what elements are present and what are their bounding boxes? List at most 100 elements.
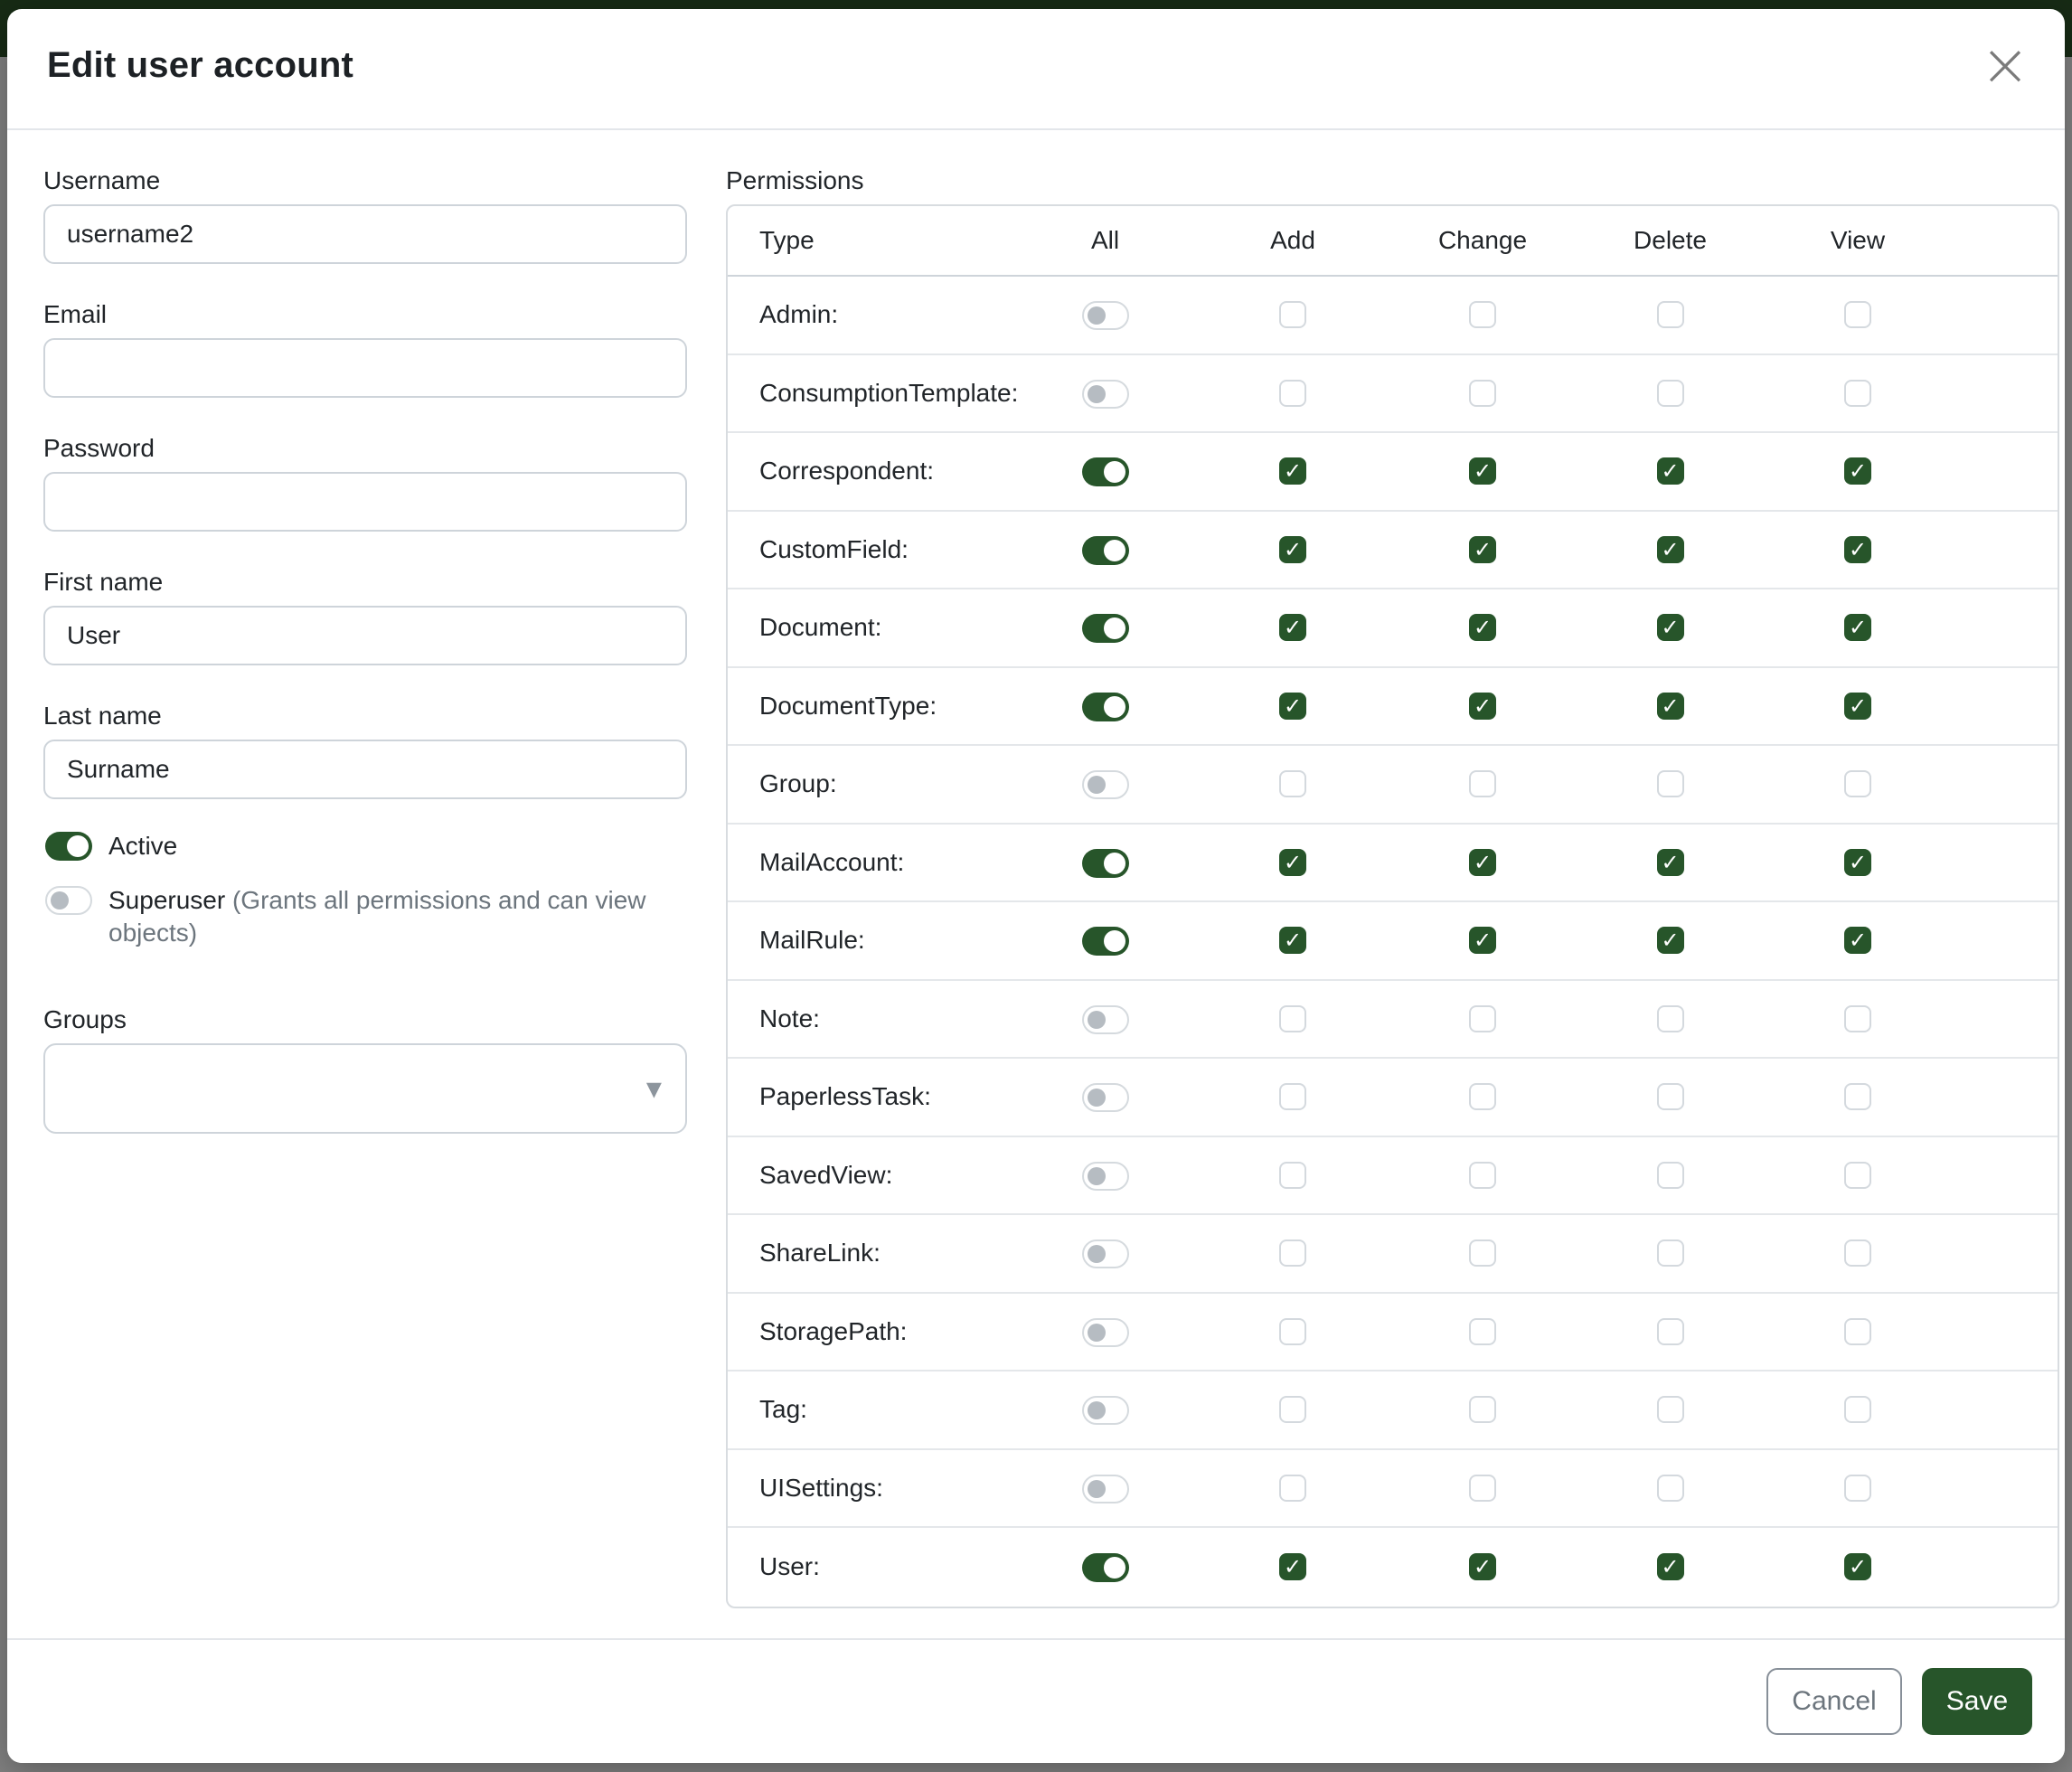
first-name-field[interactable] [43,606,687,665]
perm-toggle-all[interactable] [1082,1239,1129,1268]
perm-checkbox-add[interactable]: ✓ [1279,849,1306,876]
superuser-toggle[interactable] [45,886,92,915]
email-field[interactable] [43,338,687,398]
perm-checkbox-view[interactable]: ✓ [1844,927,1871,954]
perm-checkbox-view[interactable]: ✓ [1844,457,1871,485]
perm-toggle-all[interactable] [1082,1396,1129,1425]
perm-checkbox-change[interactable]: ✓ [1469,693,1496,720]
perm-checkbox-delete[interactable] [1657,1239,1684,1267]
perm-checkbox-view[interactable] [1844,301,1871,328]
perm-checkbox-view[interactable] [1844,1475,1871,1502]
perm-checkbox-change[interactable]: ✓ [1469,457,1496,485]
perm-checkbox-change[interactable] [1469,1162,1496,1189]
perm-checkbox-add[interactable] [1279,1005,1306,1032]
perm-checkbox-view[interactable] [1844,1239,1871,1267]
perm-checkbox-view[interactable]: ✓ [1844,1553,1871,1580]
perm-checkbox-delete[interactable]: ✓ [1657,614,1684,641]
perm-toggle-all[interactable] [1082,1318,1129,1347]
perm-toggle-all[interactable] [1082,770,1129,799]
perm-toggle-all[interactable] [1082,1162,1129,1191]
perm-checkbox-add[interactable] [1279,301,1306,328]
perm-checkbox-add[interactable] [1279,1239,1306,1267]
perm-checkbox-add[interactable] [1279,1318,1306,1345]
perm-checkbox-add[interactable] [1279,1083,1306,1110]
perm-checkbox-add[interactable]: ✓ [1279,614,1306,641]
perm-toggle-all[interactable] [1082,380,1129,409]
perm-checkbox-add[interactable]: ✓ [1279,457,1306,485]
perm-checkbox-change[interactable] [1469,1239,1496,1267]
perm-checkbox-add[interactable]: ✓ [1279,927,1306,954]
perm-checkbox-change[interactable] [1469,770,1496,797]
perm-checkbox-view[interactable] [1844,1396,1871,1423]
perm-checkbox-delete[interactable]: ✓ [1657,536,1684,563]
last-name-field[interactable] [43,740,687,799]
perm-checkbox-change[interactable] [1469,380,1496,407]
perm-checkbox-change[interactable] [1469,1396,1496,1423]
perm-toggle-all[interactable] [1082,1083,1129,1112]
perm-checkbox-view[interactable]: ✓ [1844,849,1871,876]
perm-checkbox-change[interactable] [1469,1318,1496,1345]
perm-toggle-all[interactable] [1082,457,1129,486]
perm-checkbox-add[interactable] [1279,770,1306,797]
perm-checkbox-delete[interactable] [1657,770,1684,797]
perm-checkbox-change[interactable]: ✓ [1469,849,1496,876]
username-input[interactable] [43,204,687,264]
perm-checkbox-view[interactable]: ✓ [1844,614,1871,641]
perm-checkbox-view[interactable]: ✓ [1844,693,1871,720]
cancel-button[interactable]: Cancel [1766,1668,1902,1735]
active-toggle[interactable] [45,832,92,861]
perm-checkbox-view[interactable] [1844,1162,1871,1189]
perm-checkbox-add[interactable]: ✓ [1279,693,1306,720]
perm-checkbox-add[interactable]: ✓ [1279,536,1306,563]
perm-toggle-all[interactable] [1082,693,1129,721]
perm-checkbox-change[interactable] [1469,1005,1496,1032]
perm-checkbox-change[interactable] [1469,1083,1496,1110]
groups-select[interactable]: ▾ [43,1043,687,1134]
perm-checkbox-change[interactable] [1469,1475,1496,1502]
perm-checkbox-view[interactable]: ✓ [1844,536,1871,563]
perm-checkbox-change[interactable]: ✓ [1469,927,1496,954]
save-button[interactable]: Save [1922,1668,2032,1735]
perm-checkbox-delete[interactable] [1657,1475,1684,1502]
perm-toggle-all[interactable] [1082,301,1129,330]
perm-checkbox-change[interactable]: ✓ [1469,614,1496,641]
perm-toggle-all[interactable] [1082,536,1129,565]
perm-checkbox-add[interactable] [1279,380,1306,407]
perm-toggle-all[interactable] [1082,1553,1129,1582]
perm-change-cell [1388,770,1578,797]
perm-checkbox-add[interactable]: ✓ [1279,1553,1306,1580]
perm-checkbox-delete[interactable] [1657,1318,1684,1345]
perm-checkbox-delete[interactable]: ✓ [1657,1553,1684,1580]
perm-toggle-all[interactable] [1082,1475,1129,1503]
perm-checkbox-delete[interactable]: ✓ [1657,927,1684,954]
perm-checkbox-delete[interactable]: ✓ [1657,457,1684,485]
perm-checkbox-view[interactable] [1844,1005,1871,1032]
perm-checkbox-view[interactable] [1844,1318,1871,1345]
perm-checkbox-change[interactable] [1469,301,1496,328]
perm-checkbox-delete[interactable] [1657,380,1684,407]
perm-checkbox-delete[interactable] [1657,1162,1684,1189]
permission-type-label: StoragePath: [728,1317,1012,1346]
password-field[interactable] [43,472,687,532]
perm-checkbox-view[interactable] [1844,380,1871,407]
username-label: Username [43,166,687,195]
perm-checkbox-add[interactable] [1279,1396,1306,1423]
perm-checkbox-change[interactable]: ✓ [1469,536,1496,563]
perm-checkbox-view[interactable] [1844,1083,1871,1110]
perm-checkbox-change[interactable]: ✓ [1469,1553,1496,1580]
perm-checkbox-delete[interactable] [1657,301,1684,328]
perm-checkbox-delete[interactable] [1657,1005,1684,1032]
perm-checkbox-delete[interactable] [1657,1396,1684,1423]
perm-change-cell [1388,1396,1578,1423]
close-icon[interactable]: × [1973,33,2038,98]
perm-checkbox-view[interactable] [1844,770,1871,797]
perm-checkbox-delete[interactable] [1657,1083,1684,1110]
perm-toggle-all[interactable] [1082,1005,1129,1034]
perm-checkbox-delete[interactable]: ✓ [1657,849,1684,876]
perm-checkbox-add[interactable] [1279,1162,1306,1189]
perm-toggle-all[interactable] [1082,614,1129,643]
perm-toggle-all[interactable] [1082,927,1129,956]
perm-checkbox-add[interactable] [1279,1475,1306,1502]
perm-toggle-all[interactable] [1082,849,1129,878]
perm-checkbox-delete[interactable]: ✓ [1657,693,1684,720]
